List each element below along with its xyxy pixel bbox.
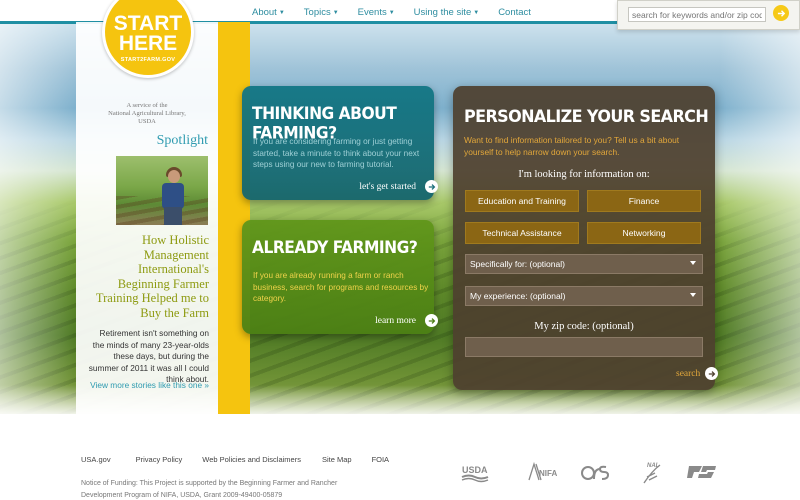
looking-for-label: I'm looking for information on: xyxy=(518,169,650,180)
spotlight-heading: Spotlight xyxy=(156,133,208,148)
nav-events-label: Events xyxy=(357,7,387,18)
already-card-title: ALREADY FARMING? xyxy=(252,238,418,258)
thinking-about-farming-card: THINKING ABOUT FARMING? If you are consi… xyxy=(242,86,434,200)
spotlight-excerpt: Retirement isn't something on the minds … xyxy=(88,328,209,384)
specifically-for-value: Specifically for: (optional) xyxy=(470,259,565,269)
specifically-for-select[interactable]: Specifically for: (optional) xyxy=(465,254,703,274)
caret-down-icon: ▼ xyxy=(278,10,285,16)
usda-logo[interactable]: USDA xyxy=(460,458,490,486)
nal-logo-icon: NAL xyxy=(643,463,661,484)
zip-code-input[interactable] xyxy=(465,337,703,357)
learn-more-link[interactable]: learn more xyxy=(375,316,416,326)
personalize-title: PERSONALIZE YOUR SEARCH xyxy=(464,106,709,127)
logo-subtitle: START2FARM.GOV xyxy=(120,56,176,63)
nav-using-the-site[interactable]: Using the site ▼ xyxy=(414,7,480,18)
arrow-right-icon xyxy=(777,9,785,17)
nal-logo[interactable]: NAL xyxy=(640,458,664,486)
usda-logo-text: USDA xyxy=(462,465,488,475)
nifa-logo[interactable]: NIFA xyxy=(523,458,557,486)
nav-topics[interactable]: Topics ▼ xyxy=(304,7,339,18)
nav-links: About ▼ Topics ▼ Events ▼ Using the site ▼ C… xyxy=(252,7,550,18)
experience-select[interactable]: My experience: (optional) xyxy=(465,286,703,306)
yellow-accent-stripe xyxy=(218,22,250,414)
view-more-stories-link[interactable]: View more stories like this one » xyxy=(80,380,209,390)
hero-fade-left xyxy=(0,22,75,414)
option-education-and-training[interactable]: Education and Training xyxy=(465,190,579,212)
service-note-line-3: USDA xyxy=(138,118,156,125)
service-note-line-2: National Agricultural Library, xyxy=(108,110,186,117)
nav-contact-label: Contact xyxy=(498,7,531,18)
personalize-search-arrow-icon[interactable] xyxy=(705,367,718,380)
arrow-right-icon xyxy=(428,183,435,190)
zip-code-label: My zip code: (optional) xyxy=(534,321,634,332)
usda-logo-icon: USDA xyxy=(461,465,489,483)
experience-value: My experience: (optional) xyxy=(470,291,566,301)
option-technical-assistance[interactable]: Technical Assistance xyxy=(465,222,579,244)
ars-logo[interactable] xyxy=(580,458,610,486)
personalize-intro: Want to find information tailored to you… xyxy=(464,135,680,157)
logo-line-2: HERE xyxy=(118,31,178,55)
nav-events[interactable]: Events ▼ xyxy=(358,7,395,18)
nifa-logo-text: NIFA xyxy=(539,469,557,478)
nav-using-the-site-label: Using the site xyxy=(413,7,472,18)
lets-get-started-link[interactable]: let's get started xyxy=(359,182,416,192)
service-note: A service of the National Agricultural L… xyxy=(84,102,210,126)
person-head xyxy=(168,170,180,183)
fsa-logo[interactable] xyxy=(686,458,718,486)
nav-about[interactable]: About ▼ xyxy=(252,7,285,18)
nav-about-label: About xyxy=(252,7,277,18)
nifa-logo-icon: NIFA xyxy=(528,461,557,481)
hero-fade-right xyxy=(720,22,800,414)
footer-links: USA.gov Privacy Policy Web Policies and … xyxy=(81,455,389,464)
fsa-logo-icon xyxy=(687,466,716,478)
funding-line-1: Notice of Funding: This Project is suppo… xyxy=(81,480,338,487)
spotlight-photo[interactable] xyxy=(116,156,208,225)
learn-more-arrow-icon[interactable] xyxy=(425,314,438,327)
nav-contact[interactable]: Contact xyxy=(498,7,531,18)
thinking-card-text: If you are considering farming or just g… xyxy=(253,137,420,170)
footer-link-web-policies[interactable]: Web Policies and Disclaimers xyxy=(202,455,301,464)
ars-logo-icon xyxy=(581,465,610,480)
lets-get-started-arrow-icon[interactable] xyxy=(425,180,438,193)
chevron-down-icon xyxy=(690,293,696,297)
person-body xyxy=(162,183,184,209)
personalize-search-link[interactable]: search xyxy=(676,369,700,379)
footer-link-usagov[interactable]: USA.gov xyxy=(81,455,111,464)
personalize-search-panel: PERSONALIZE YOUR SEARCH Want to find inf… xyxy=(453,86,715,390)
footer-link-foia[interactable]: FOIA xyxy=(372,455,390,464)
option-finance[interactable]: Finance xyxy=(587,190,701,212)
spotlight-headline-link[interactable]: How Holistic Management International's … xyxy=(84,233,209,320)
site-search-input[interactable] xyxy=(628,7,766,22)
person-legs xyxy=(164,207,182,225)
caret-down-icon: ▼ xyxy=(332,10,339,16)
already-card-text: If you are already running a farm or ran… xyxy=(253,271,429,304)
footer-link-privacy-policy[interactable]: Privacy Policy xyxy=(136,455,183,464)
service-note-line-1: A service of the xyxy=(126,102,168,109)
funding-line-2: Development Program of NIFA, USDA, Grant… xyxy=(81,492,283,499)
option-networking[interactable]: Networking xyxy=(587,222,701,244)
logo-line-1: START xyxy=(113,11,183,35)
caret-down-icon: ▼ xyxy=(388,10,395,16)
arrow-right-icon xyxy=(428,317,435,324)
already-farming-card: ALREADY FARMING? If you are already runn… xyxy=(242,220,434,334)
search-submit-button[interactable] xyxy=(773,5,789,21)
funding-notice: Notice of Funding: This Project is suppo… xyxy=(81,478,381,500)
agency-logos: USDA NIFA NAL xyxy=(460,458,720,486)
footer-link-site-map[interactable]: Site Map xyxy=(322,455,352,464)
nav-topics-label: Topics xyxy=(303,7,331,18)
chevron-down-icon xyxy=(690,261,696,265)
caret-down-icon: ▼ xyxy=(473,10,480,16)
arrow-right-icon xyxy=(708,370,715,377)
